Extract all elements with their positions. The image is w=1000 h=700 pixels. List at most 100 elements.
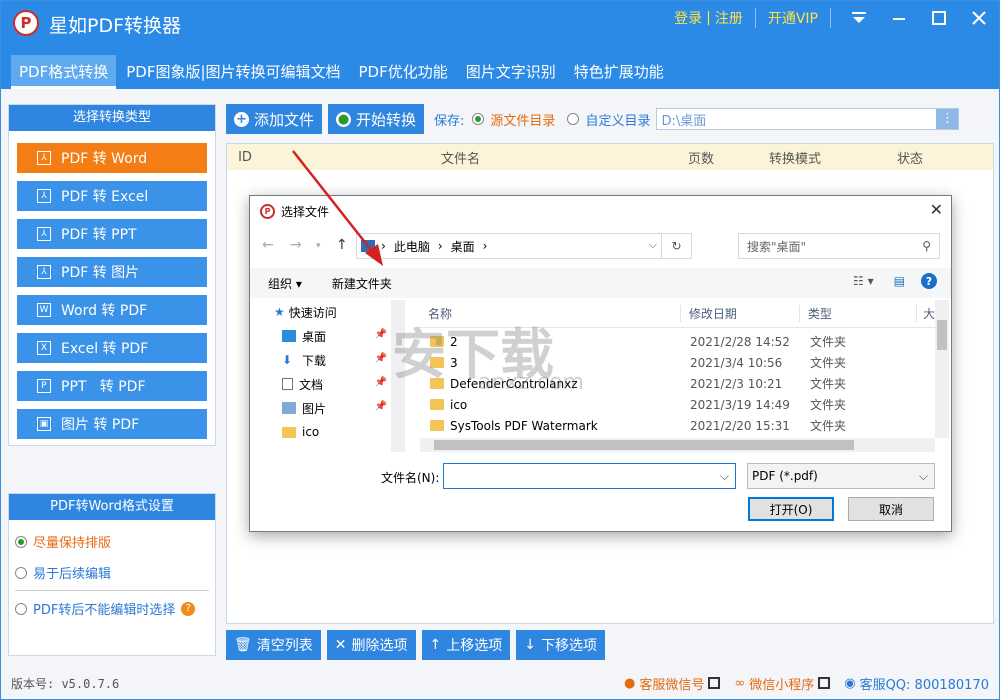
- file-name: 2: [450, 334, 458, 349]
- tab-ocr[interactable]: 图片文字识别: [458, 55, 564, 89]
- filetype-select[interactable]: PDF (*.pdf) ⌵: [747, 463, 935, 489]
- help-icon[interactable]: ?: [921, 273, 937, 289]
- tab-pdf-image[interactable]: PDF图象版|图片转换可编辑文档: [118, 55, 348, 89]
- file-date: 2021/2/20 15:31: [690, 418, 790, 433]
- file-list-header: 名称 修改日期 类型 大: [420, 300, 935, 328]
- setting-uneditable[interactable]: PDF转后不能编辑时选择?: [9, 593, 215, 624]
- file-row[interactable]: ico 2021/3/19 14:49 文件夹: [420, 394, 935, 415]
- maximize-icon[interactable]: [919, 1, 959, 35]
- chevron-down-icon[interactable]: ▾: [316, 241, 321, 251]
- tab-pdf-format[interactable]: PDF格式转换: [11, 55, 117, 89]
- clear-list-button[interactable]: 🗑 清空列表: [226, 630, 321, 660]
- col-id[interactable]: ID: [227, 150, 263, 165]
- browse-icon[interactable]: ⋮: [936, 109, 959, 129]
- col-mode[interactable]: 转换模式: [744, 148, 846, 167]
- col-filename[interactable]: 文件名: [263, 148, 658, 167]
- help-icon[interactable]: ?: [181, 601, 196, 616]
- delete-item-button[interactable]: ✕ 删除选项: [326, 630, 416, 660]
- organize-menu[interactable]: 组织 ▾: [268, 275, 302, 292]
- col-date[interactable]: 修改日期: [679, 305, 799, 322]
- file-row[interactable]: 3 2021/3/4 10:56 文件夹: [420, 352, 935, 373]
- refresh-icon[interactable]: ↻: [661, 234, 691, 258]
- nav-desktop[interactable]: 桌面 📌: [250, 324, 407, 348]
- vip-link[interactable]: 开通VIP: [764, 8, 822, 28]
- save-source-label: 源文件目录: [490, 113, 556, 129]
- nav-quick-access[interactable]: ★ 快速访问: [250, 300, 407, 324]
- conv-ppt-to-pdf[interactable]: P PPT 转 PDF: [17, 371, 207, 401]
- address-bar[interactable]: › 此电脑 › 桌面 › ⌵ ↻: [356, 233, 692, 259]
- titlebar: P 星如PDF转换器 登录 | 注册 开通VIP PDF格式转换 PDF图象版|…: [1, 1, 999, 89]
- filename-input[interactable]: ⌵: [443, 463, 736, 489]
- file-list-scrollbar[interactable]: [935, 300, 949, 438]
- output-path-input[interactable]: D:\桌面 ⋮: [656, 108, 960, 130]
- file-list-hscrollbar[interactable]: [420, 438, 935, 452]
- conv-label: PDF 转 图片: [61, 265, 140, 281]
- menu-icon[interactable]: [839, 1, 879, 35]
- add-file-button[interactable]: + 添加文件: [226, 104, 323, 134]
- search-input[interactable]: 搜索"桌面" ⚲: [738, 233, 940, 259]
- arrow-down-icon: ↓: [524, 637, 536, 653]
- register-link[interactable]: 注册: [711, 8, 747, 28]
- col-more[interactable]: 大: [915, 305, 935, 322]
- main-toolbar: + 添加文件 ● 开始转换 保存: 源文件目录 自定义目录 D:\桌面 ⋮: [226, 104, 994, 134]
- miniprogram-link[interactable]: ∞ 微信小程序: [734, 674, 831, 693]
- conv-excel-to-pdf[interactable]: X Excel 转 PDF: [17, 333, 207, 363]
- conv-pdf-to-word[interactable]: ⅄ PDF 转 Word: [17, 143, 207, 173]
- qq-link[interactable]: ◉ 客服QQ: 800180170: [844, 674, 989, 693]
- close-icon[interactable]: [959, 1, 999, 35]
- nav-scrollbar[interactable]: [391, 300, 405, 452]
- file-row[interactable]: DefenderControlanxz 2021/2/3 10:21 文件夹: [420, 373, 935, 394]
- conv-pdf-to-excel[interactable]: ⅄ PDF 转 Excel: [17, 181, 207, 211]
- chevron-down-icon[interactable]: ⌵: [720, 469, 729, 484]
- col-type[interactable]: 类型: [798, 305, 916, 322]
- folder-icon: [430, 378, 444, 389]
- conv-pdf-to-image[interactable]: ⅄ PDF 转 图片: [17, 257, 207, 287]
- nav-pictures[interactable]: 图片 📌: [250, 396, 407, 420]
- radio-source-dir[interactable]: [472, 113, 485, 125]
- nav-documents[interactable]: 文档 📌: [250, 372, 407, 396]
- tab-extensions[interactable]: 特色扩展功能: [566, 55, 672, 89]
- cancel-button[interactable]: 取消: [848, 497, 934, 521]
- pdf-icon: ⅄: [37, 265, 51, 279]
- open-button[interactable]: 打开(O): [748, 497, 834, 521]
- save-custom-label: 自定义目录: [585, 113, 651, 129]
- conv-pdf-to-ppt[interactable]: ⅄ PDF 转 PPT: [17, 219, 207, 249]
- move-down-button[interactable]: ↓ 下移选项: [516, 630, 605, 660]
- col-pages[interactable]: 页数: [658, 148, 744, 167]
- file-row[interactable]: 2 2021/2/28 14:52 文件夹: [420, 331, 935, 352]
- back-icon[interactable]: ←: [262, 237, 274, 253]
- close-icon[interactable]: ✕: [930, 200, 943, 219]
- setting-keep-layout[interactable]: 尽量保持排版: [9, 526, 215, 557]
- minimize-icon[interactable]: [879, 1, 919, 35]
- breadcrumb-pc[interactable]: 此电脑: [394, 238, 430, 255]
- conv-image-to-pdf[interactable]: ▣ 图片 转 PDF: [17, 409, 207, 439]
- wechat-link[interactable]: ● 客服微信号: [624, 674, 721, 693]
- col-status[interactable]: 状态: [846, 148, 974, 167]
- dialog-navbar: ← → ▾ ↑ › 此电脑 › 桌面 › ⌵ ↻ 搜索"桌面" ⚲: [250, 230, 951, 262]
- file-row[interactable]: SysTools PDF Watermark 2021/2/20 15:31 文件夹: [420, 415, 935, 436]
- file-open-dialog: P 选择文件 ✕ ← → ▾ ↑ › 此电脑 › 桌面 › ⌵ ↻ 搜索"桌面"…: [249, 195, 952, 532]
- start-convert-button[interactable]: ● 开始转换: [328, 104, 425, 134]
- clear-label: 清空列表: [256, 638, 313, 654]
- up-icon[interactable]: ↑: [336, 237, 348, 253]
- login-link[interactable]: 登录: [670, 8, 706, 28]
- preview-pane-icon[interactable]: ▤: [894, 274, 905, 288]
- folder-icon: [430, 399, 444, 410]
- view-options-icon[interactable]: ☷ ▾: [853, 274, 874, 288]
- radio-custom-dir[interactable]: [567, 113, 580, 125]
- setting-easy-edit[interactable]: 易于后续编辑: [9, 557, 215, 588]
- col-name[interactable]: 名称: [420, 305, 680, 322]
- forward-icon[interactable]: →: [290, 237, 302, 253]
- main-tabs: PDF格式转换 PDF图象版|图片转换可编辑文档 PDF优化功能 图片文字识别 …: [11, 55, 674, 89]
- breadcrumb-desktop[interactable]: 桌面: [451, 238, 475, 255]
- nav-label: ico: [302, 425, 320, 439]
- chevron-down-icon[interactable]: ⌵: [649, 238, 657, 252]
- nav-downloads[interactable]: ⬇ 下载 📌: [250, 348, 407, 372]
- nav-ico[interactable]: ico: [250, 420, 407, 444]
- divider: [830, 8, 831, 28]
- new-folder-button[interactable]: 新建文件夹: [332, 275, 392, 292]
- conv-label: PPT 转 PDF: [61, 379, 146, 395]
- move-up-button[interactable]: ↑ 上移选项: [421, 630, 511, 660]
- tab-pdf-optimize[interactable]: PDF优化功能: [351, 55, 456, 89]
- conv-word-to-pdf[interactable]: W Word 转 PDF: [17, 295, 207, 325]
